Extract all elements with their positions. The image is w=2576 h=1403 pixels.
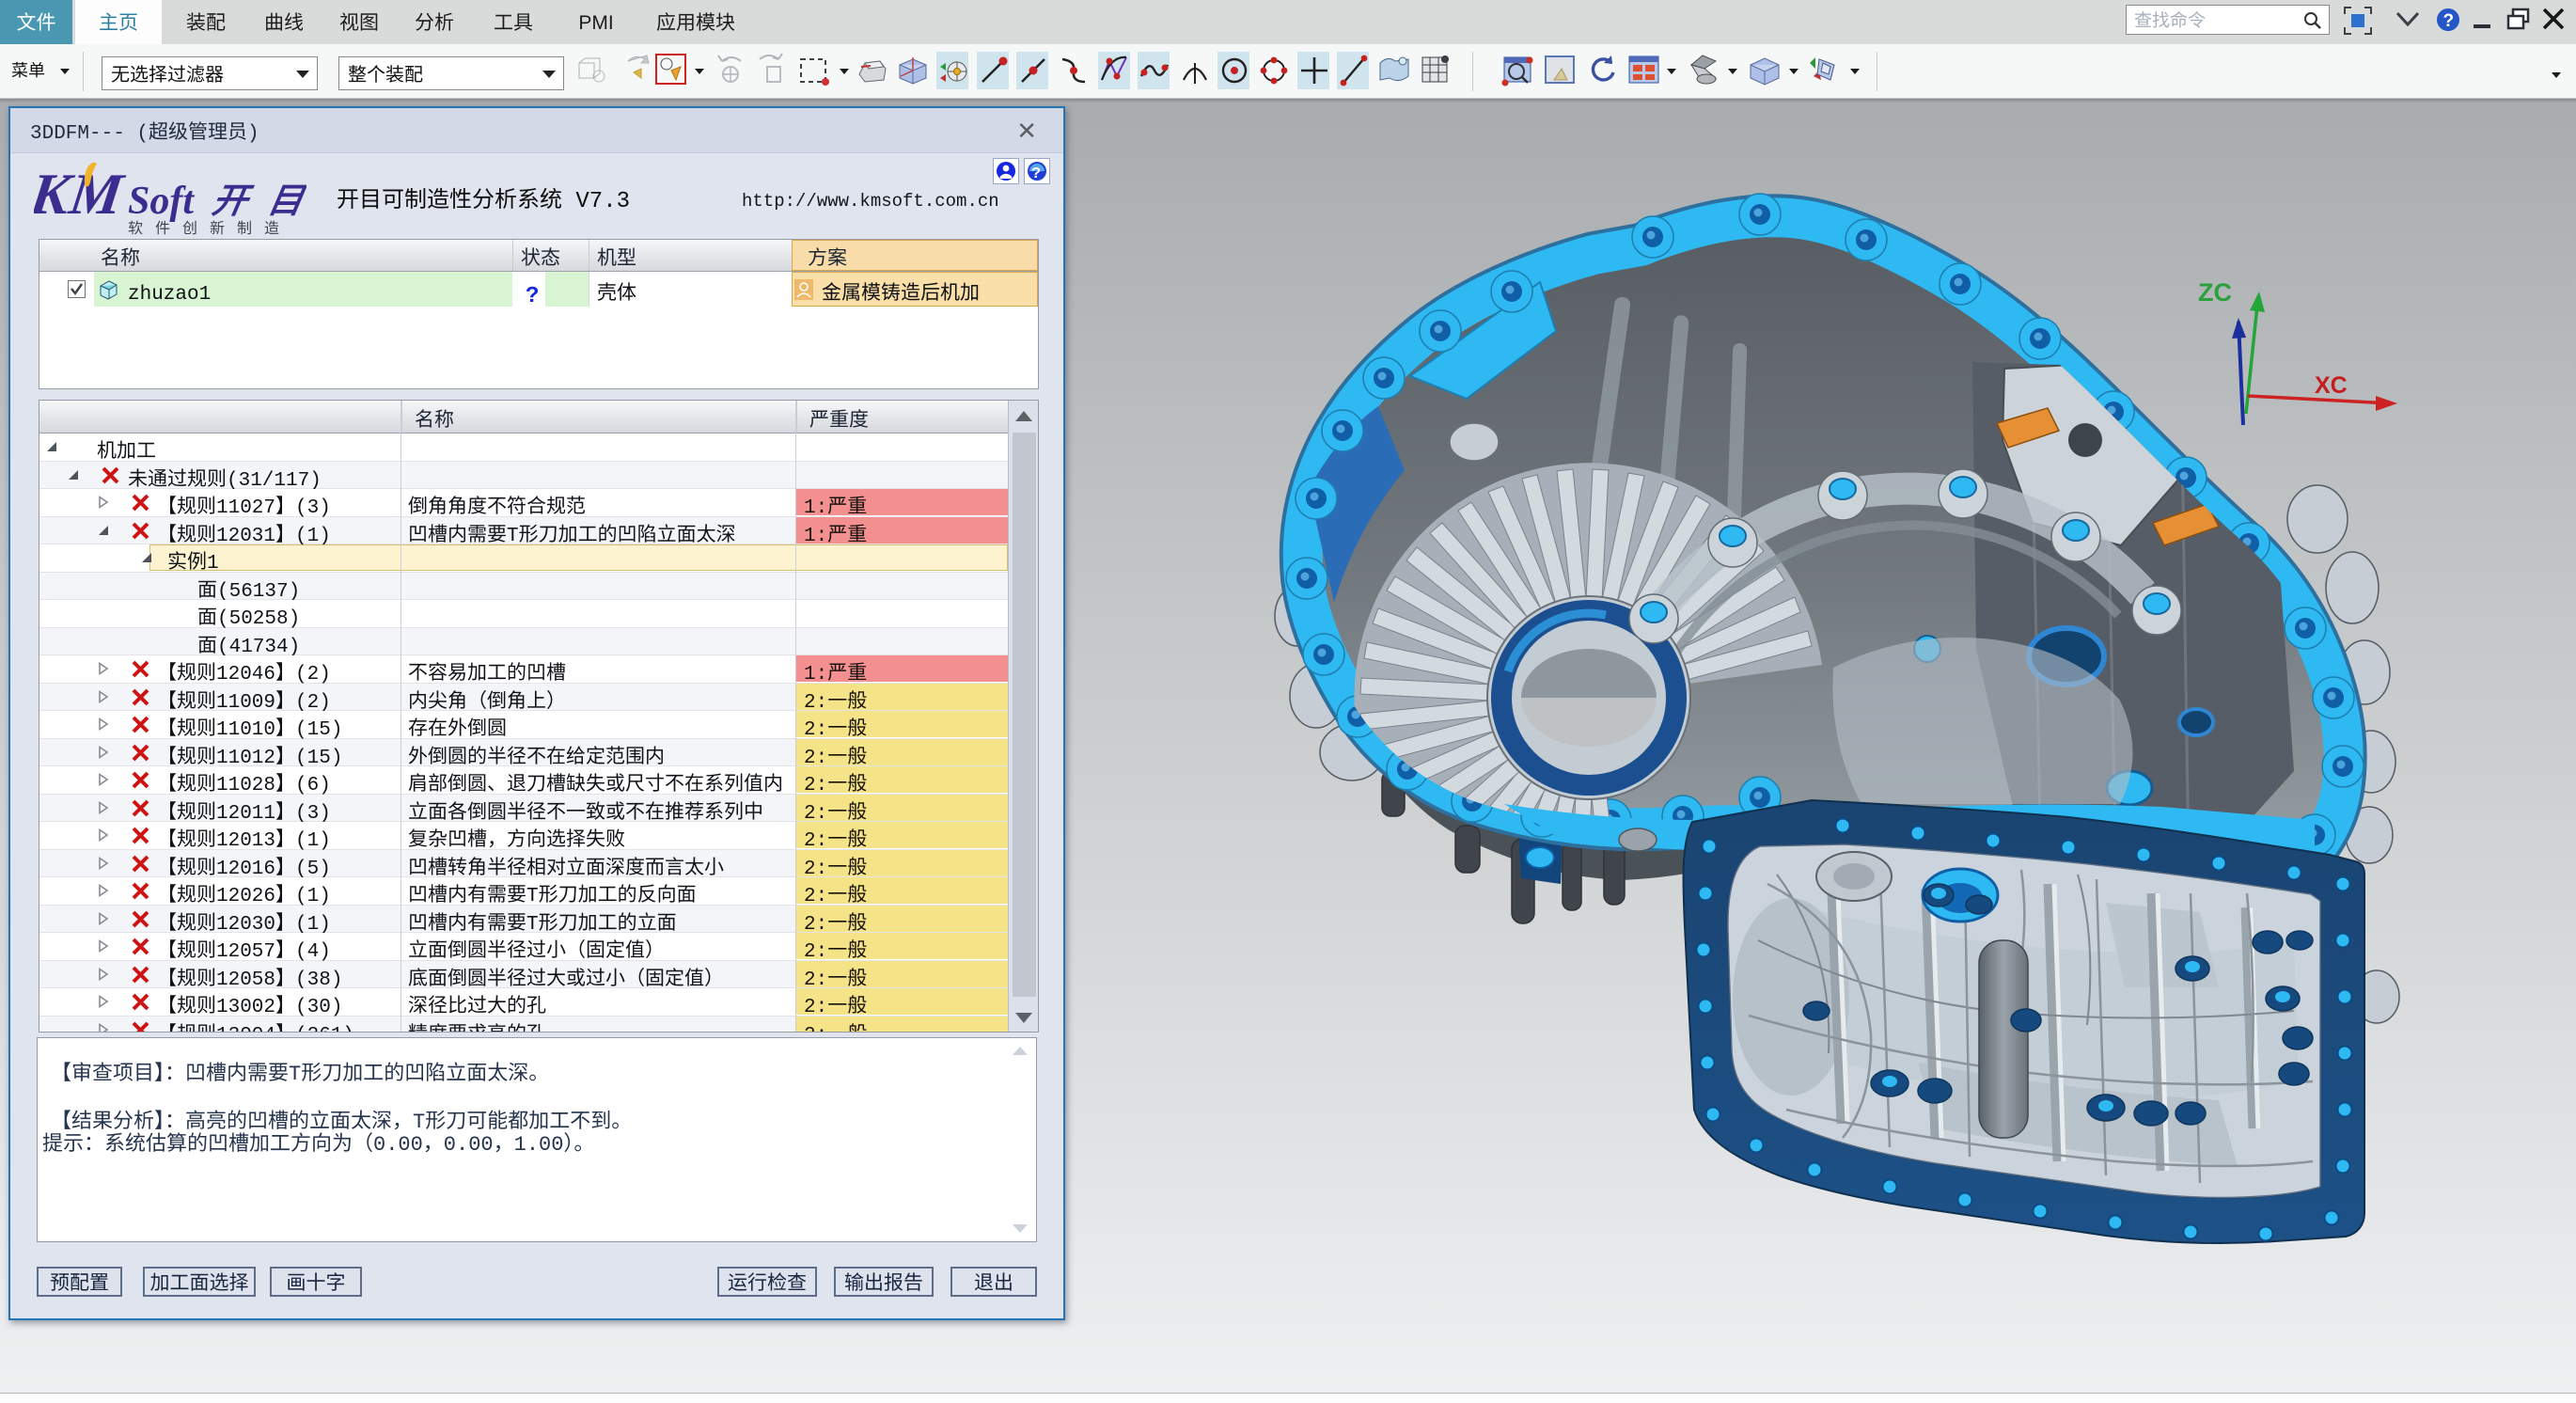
svg-text:ZC: ZC: [2198, 278, 2232, 307]
svg-text:M: M: [65, 162, 129, 227]
svg-text:XC: XC: [2315, 372, 2348, 399]
svg-text:?: ?: [1031, 159, 1041, 182]
svg-text:软件创新制造: 软件创新制造: [128, 215, 291, 238]
